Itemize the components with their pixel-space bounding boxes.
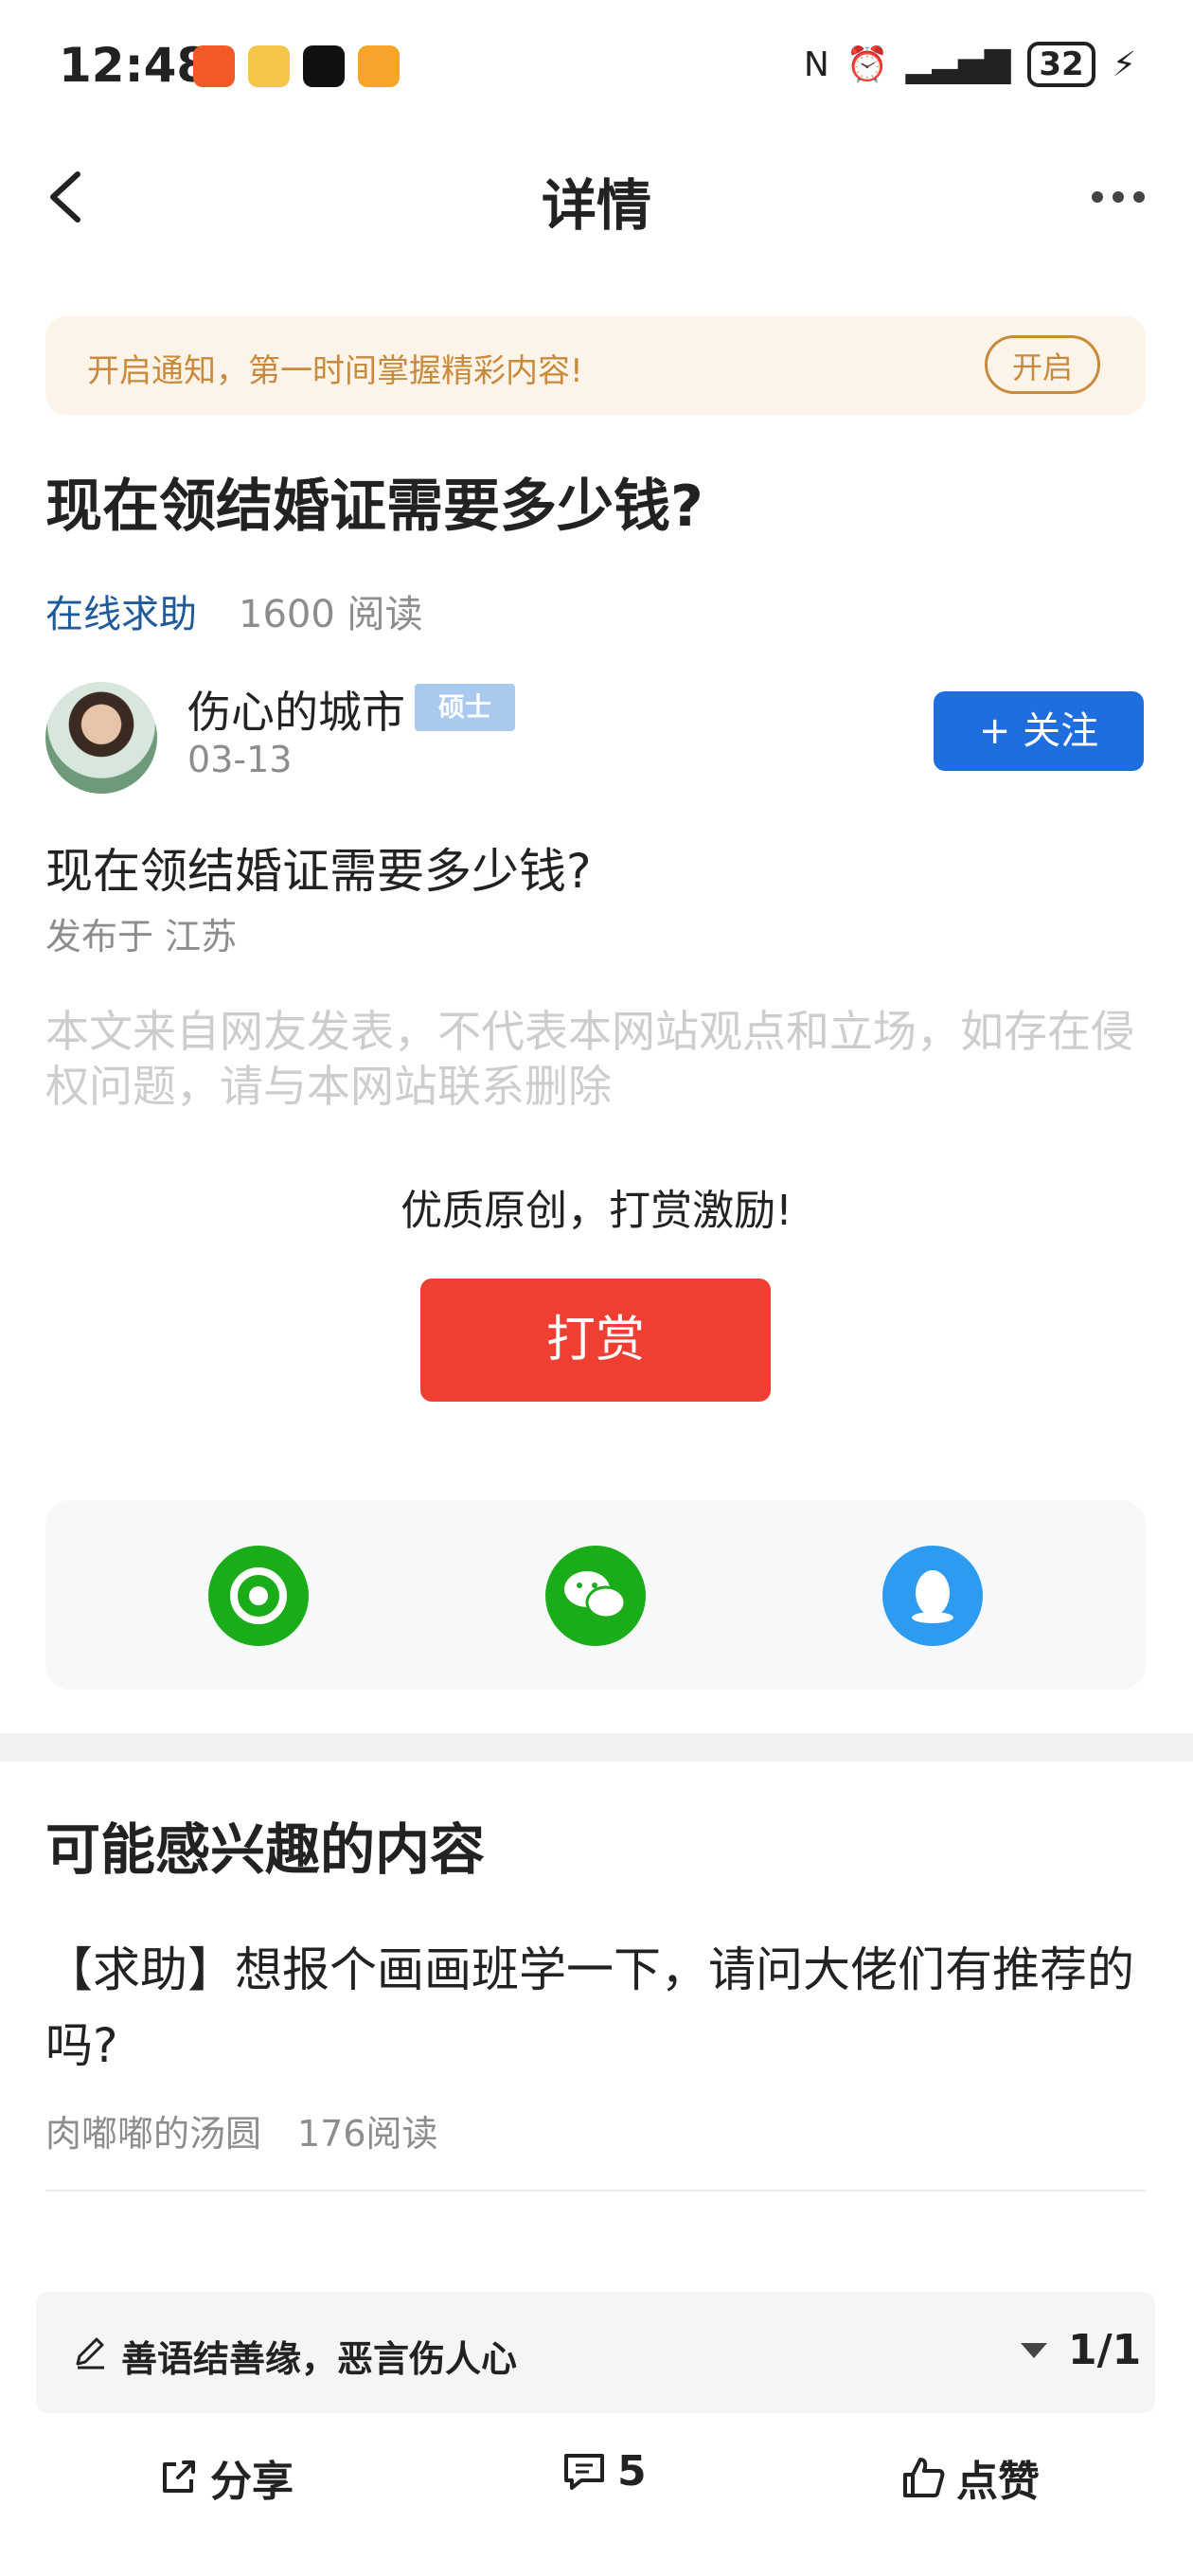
- disclaimer: 本文来自网友发表，不代表本网站观点和立场，如存在侵权问题，请与本网站联系删除: [45, 1006, 1134, 1112]
- wechat-icon[interactable]: [545, 1546, 646, 1646]
- follow-button[interactable]: + 关注: [934, 691, 1144, 771]
- like-button[interactable]: 点赞: [901, 2447, 1040, 2508]
- app-icon-1: [193, 45, 235, 87]
- alarm-icon: ⏰: [846, 45, 889, 84]
- list-separator: [45, 2190, 1146, 2191]
- tiktok-icon: [303, 45, 345, 87]
- thumbs-up-icon: [901, 2456, 945, 2499]
- read-count: 1600 阅读: [239, 593, 423, 636]
- status-time: 12:48: [59, 38, 210, 93]
- post-location: 发布于 江苏: [45, 916, 238, 957]
- signal-icon: ▂▃▅▇: [905, 45, 1011, 84]
- page-title: 详情: [541, 173, 651, 238]
- reward-button[interactable]: 打赏: [420, 1279, 771, 1402]
- avatar[interactable]: [45, 682, 157, 794]
- pen-icon: [70, 2332, 110, 2371]
- moments-icon[interactable]: [208, 1546, 309, 1646]
- game-icon: [358, 45, 400, 87]
- nfc-icon: N: [803, 45, 829, 84]
- related-item-author: 肉嘟嘟的汤圆: [45, 2113, 262, 2155]
- qq-icon[interactable]: [882, 1546, 983, 1646]
- share-label: 分享: [210, 2458, 294, 2506]
- page-indicator: 1/1: [1068, 2326, 1142, 2374]
- comment-placeholder[interactable]: 善语结善缘，恶言伤人心: [121, 2330, 517, 2382]
- reward-prompt: 优质原创，打赏激励!: [401, 1187, 792, 1235]
- author-name[interactable]: 伤心的城市: [187, 678, 405, 741]
- more-icon[interactable]: [1091, 189, 1146, 205]
- author-badge: 硕士: [415, 684, 515, 731]
- section-divider: [0, 1733, 1193, 1762]
- article-title: 现在领结婚证需要多少钱?: [45, 474, 703, 540]
- banner-text: 开启通知，第一时间掌握精彩内容!: [87, 352, 583, 390]
- related-item-reads: 176阅读: [297, 2113, 438, 2155]
- comments-button[interactable]: 5: [562, 2447, 647, 2496]
- comment-icon: [562, 2452, 606, 2492]
- share-icon: [157, 2457, 199, 2498]
- status-right: N ⏰ ▂▃▅▇ 32 ⚡: [804, 42, 1136, 87]
- enable-notification-button[interactable]: 开启: [985, 335, 1100, 394]
- charging-icon: ⚡: [1112, 45, 1136, 84]
- triangle-down-icon[interactable]: [1019, 2339, 1049, 2362]
- like-label: 点赞: [956, 2458, 1040, 2506]
- category-link[interactable]: 在线求助: [45, 583, 197, 638]
- related-item-title[interactable]: 【求助】想报个画画班学一下，请问大佬们有推荐的吗?: [45, 1932, 1153, 2084]
- related-title: 可能感兴趣的内容: [45, 1817, 486, 1882]
- comment-count: 5: [617, 2447, 647, 2496]
- post-date: 03-13: [187, 739, 293, 780]
- app-icon-2: [248, 45, 290, 87]
- share-button[interactable]: 分享: [157, 2447, 294, 2508]
- battery-icon: 32: [1027, 42, 1095, 87]
- article-body: 现在领结婚证需要多少钱?: [45, 844, 592, 899]
